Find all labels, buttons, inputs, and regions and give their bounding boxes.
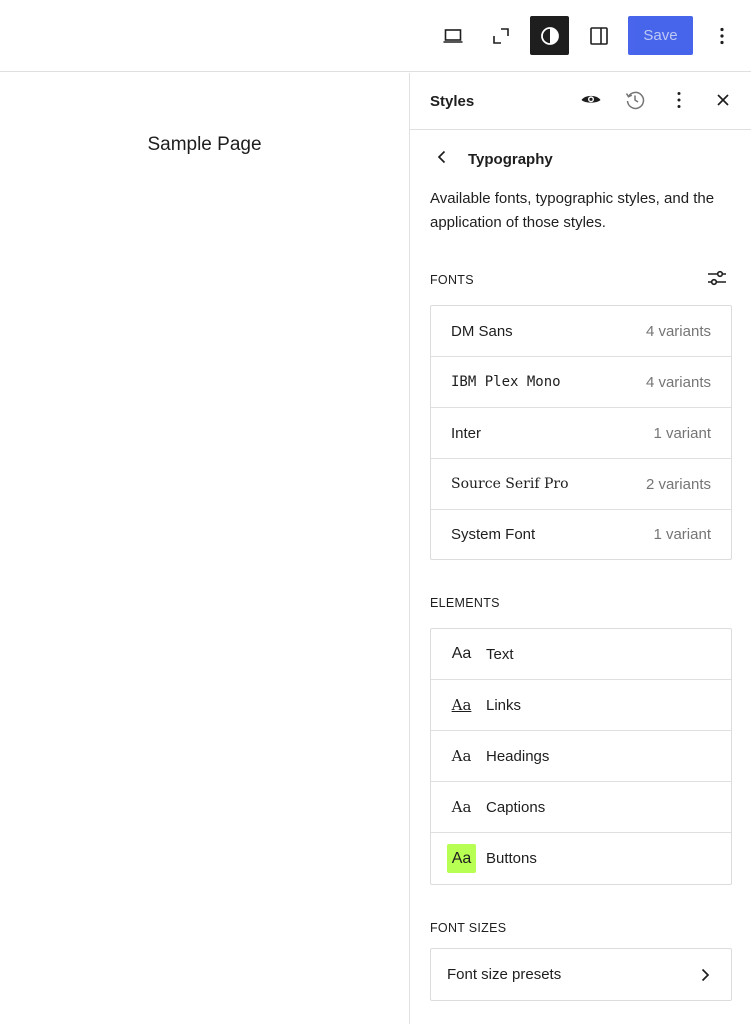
eye-icon [579, 88, 603, 117]
elements-list: Aa Text Aa Links Aa Headings Aa Captions… [430, 628, 732, 885]
font-name: Inter [451, 424, 482, 442]
editor-top-toolbar: Save [0, 0, 751, 72]
styles-sidebar: Styles Typography Available fonts, typog… [409, 73, 751, 1024]
font-item-inter[interactable]: Inter 1 variant [431, 408, 731, 459]
element-item-headings[interactable]: Aa Headings [431, 731, 731, 782]
close-icon [711, 88, 735, 117]
font-size-presets-label: Font size presets [447, 966, 562, 983]
device-preview-button[interactable] [433, 16, 472, 55]
editor-canvas[interactable]: Sample Page [0, 73, 409, 1024]
element-item-text[interactable]: Aa Text [431, 629, 731, 680]
options-button[interactable] [702, 16, 741, 55]
styles-icon [538, 24, 562, 48]
style-book-button[interactable] [576, 87, 606, 117]
element-item-buttons[interactable]: Aa Buttons [431, 833, 731, 884]
elements-heading: ELEMENTS [430, 596, 500, 610]
font-item-ibm-plex-mono[interactable]: IBM Plex Mono 4 variants [431, 357, 731, 408]
element-label: Text [486, 645, 514, 663]
history-icon [623, 88, 647, 117]
typography-nav: Typography [430, 147, 553, 171]
font-variants: 4 variants [645, 373, 711, 391]
font-variants: 1 variant [653, 424, 711, 442]
font-name: Source Serif Pro [451, 476, 569, 492]
font-name: DM Sans [451, 322, 513, 340]
close-sidebar-button[interactable] [708, 87, 738, 117]
back-button[interactable] [430, 147, 454, 171]
element-label: Buttons [486, 850, 537, 867]
chevron-left-icon [432, 147, 452, 172]
panel-title: Typography [468, 150, 553, 168]
page-title[interactable]: Sample Page [0, 134, 409, 156]
font-item-system-font[interactable]: System Font 1 variant [431, 510, 731, 559]
fonts-heading: FONTS [430, 273, 474, 287]
buttons-preview: Aa [447, 844, 476, 873]
more-vertical-icon [710, 24, 734, 48]
font-sizes-list: Font size presets [430, 948, 732, 1001]
links-preview: Aa [451, 696, 472, 714]
captions-preview: Aa [451, 798, 472, 816]
element-item-links[interactable]: Aa Links [431, 680, 731, 731]
font-name: IBM Plex Mono [451, 374, 561, 390]
font-item-dm-sans[interactable]: DM Sans 4 variants [431, 306, 731, 357]
text-preview: Aa [451, 645, 472, 662]
settings-button[interactable] [579, 16, 618, 55]
panel-description: Available fonts, typographic styles, and… [430, 190, 715, 231]
sidebar-header: Styles [410, 73, 751, 130]
font-item-source-serif-pro[interactable]: Source Serif Pro 2 variants [431, 459, 731, 510]
sidebar-toggle-icon [587, 24, 611, 48]
font-variants: 4 variants [645, 322, 711, 340]
desktop-icon [441, 24, 465, 48]
element-item-captions[interactable]: Aa Captions [431, 782, 731, 833]
sidebar-options-button[interactable] [664, 87, 694, 117]
element-label: Captions [486, 798, 546, 816]
font-variants: 2 variants [645, 475, 711, 493]
chevron-right-icon [695, 965, 715, 985]
headings-preview: Aa [451, 747, 472, 765]
font-size-presets-item[interactable]: Font size presets [431, 949, 731, 1000]
save-button[interactable]: Save [628, 16, 693, 55]
font-name: System Font [451, 526, 536, 543]
element-label: Headings [486, 747, 550, 765]
more-vertical-icon [667, 88, 691, 117]
sidebar-title: Styles [430, 93, 475, 110]
revisions-button[interactable] [620, 87, 650, 117]
sliders-icon [706, 267, 728, 294]
fullscreen-icon [489, 24, 513, 48]
manage-fonts-button[interactable] [706, 269, 728, 291]
styles-button[interactable] [530, 16, 569, 55]
fullscreen-button[interactable] [481, 16, 520, 55]
fonts-list: DM Sans 4 variants IBM Plex Mono 4 varia… [430, 305, 732, 560]
font-sizes-heading: FONT SIZES [430, 921, 507, 935]
element-label: Links [486, 696, 522, 714]
font-variants: 1 variant [653, 526, 711, 543]
